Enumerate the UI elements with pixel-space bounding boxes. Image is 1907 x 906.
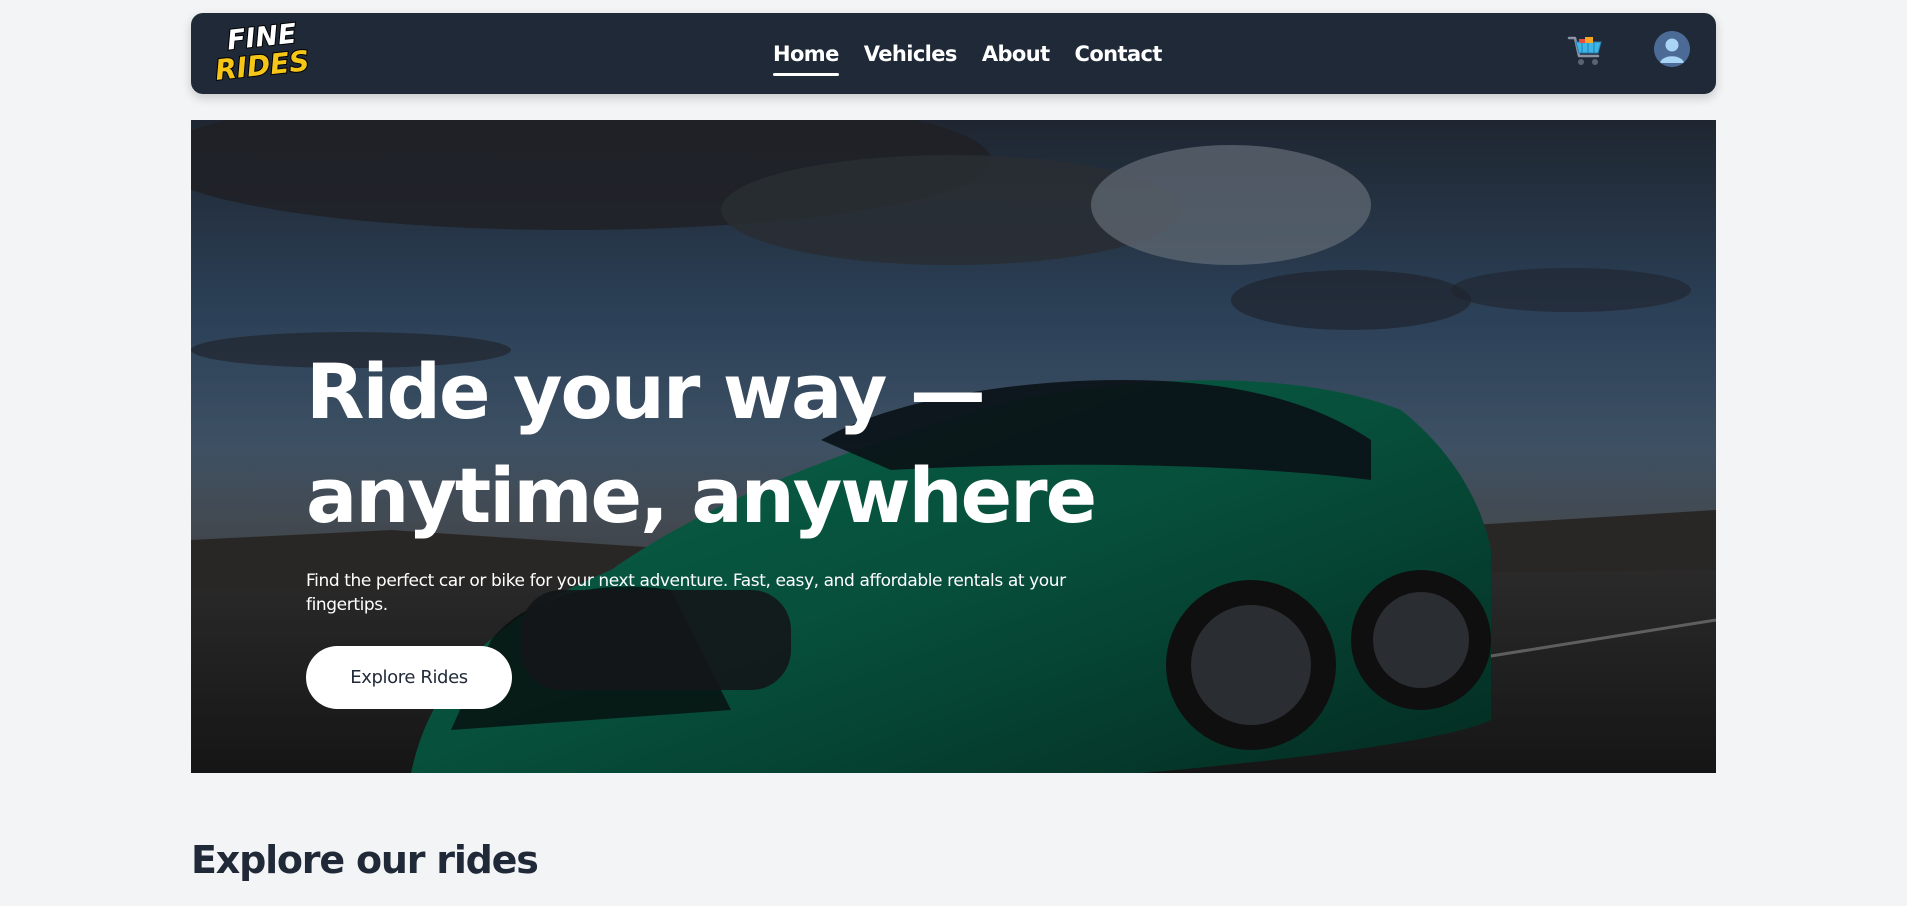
nav-link-vehicles[interactable]: Vehicles <box>864 38 958 70</box>
nav-link-home[interactable]: Home <box>773 38 839 76</box>
section-title-explore: Explore our rides <box>191 838 539 882</box>
shopping-cart-icon[interactable] <box>1567 33 1605 69</box>
hero-subtitle: Find the perfect car or bike for your ne… <box>306 571 1066 615</box>
main-nav: Home Vehicles About Contact <box>773 13 1162 94</box>
nav-link-about[interactable]: About <box>982 38 1050 70</box>
user-avatar-icon[interactable] <box>1654 31 1690 67</box>
nav-link-contact[interactable]: Contact <box>1075 38 1163 70</box>
logo-text-rides: RIDES <box>212 43 311 88</box>
navbar: FINE RIDES Home Vehicles About Contact <box>191 13 1716 94</box>
hero-title: Ride your way — anytime, anywhere <box>306 347 1097 540</box>
hero-banner: Ride your way — anytime, anywhere Find t… <box>191 120 1716 773</box>
logo[interactable]: FINE RIDES <box>212 17 315 88</box>
explore-rides-button[interactable]: Explore Rides <box>306 646 512 709</box>
